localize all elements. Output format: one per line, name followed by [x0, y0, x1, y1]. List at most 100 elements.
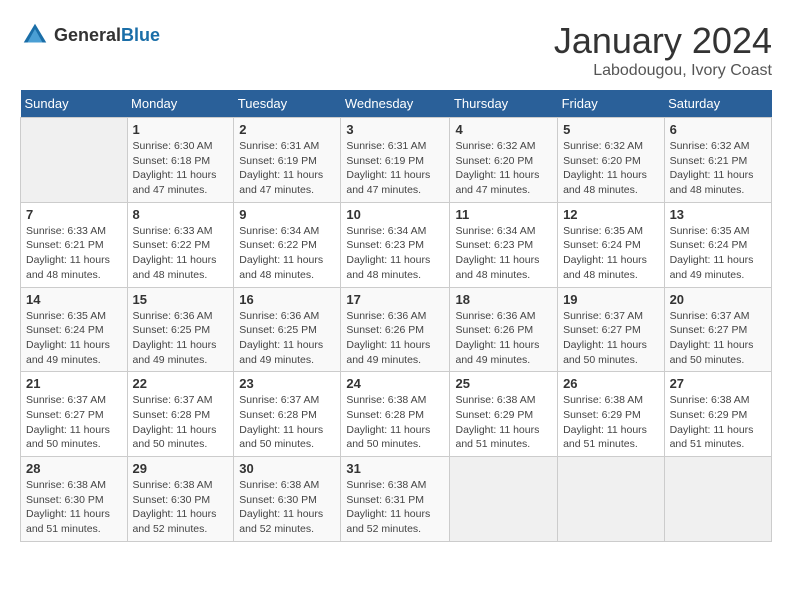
day-number: 5	[563, 122, 659, 137]
calendar-cell: 5Sunrise: 6:32 AMSunset: 6:20 PMDaylight…	[558, 118, 665, 203]
calendar-cell: 12Sunrise: 6:35 AMSunset: 6:24 PMDayligh…	[558, 202, 665, 287]
cell-info: Sunrise: 6:36 AMSunset: 6:26 PMDaylight:…	[455, 309, 552, 368]
day-number: 27	[670, 376, 766, 391]
logo-icon	[20, 20, 50, 50]
calendar-cell: 17 Sunrise: 6:36 AMSunset: 6:26 PMDayligh…	[341, 287, 450, 372]
calendar-cell: 3Sunrise: 6:31 AMSunset: 6:19 PMDaylight…	[341, 118, 450, 203]
calendar-cell: 11Sunrise: 6:34 AMSunset: 6:23 PMDayligh…	[450, 202, 558, 287]
logo-blue: Blue	[121, 25, 160, 45]
day-number: 31	[346, 461, 444, 476]
logo: GeneralBlue	[20, 20, 160, 50]
main-title: January 2024	[554, 20, 772, 62]
day-number: 22	[133, 376, 229, 391]
calendar-cell: 24 Sunrise: 6:38 AMSunset: 6:28 PMDayligh…	[341, 372, 450, 457]
day-number: 16	[239, 292, 335, 307]
cell-info: Sunrise: 6:38 AMSunset: 6:29 PMDaylight:…	[670, 393, 766, 452]
cell-info: Sunrise: 6:30 AMSunset: 6:18 PMDaylight:…	[133, 139, 229, 198]
cell-info: Sunrise: 6:37 AMSunset: 6:27 PMDaylight:…	[563, 309, 659, 368]
calendar-cell: 23 Sunrise: 6:37 AMSunset: 6:28 PMDayligh…	[234, 372, 341, 457]
calendar-cell: 7Sunrise: 6:33 AMSunset: 6:21 PMDaylight…	[21, 202, 128, 287]
cell-info: Sunrise: 6:38 AMSunset: 6:29 PMDaylight:…	[455, 393, 552, 452]
cell-info: Sunrise: 6:34 AMSunset: 6:23 PMDaylight:…	[346, 224, 444, 283]
calendar-table: SundayMondayTuesdayWednesdayThursdayFrid…	[20, 90, 772, 542]
cell-info: Sunrise: 6:38 AMSunset: 6:30 PMDaylight:…	[26, 478, 122, 537]
day-number: 20	[670, 292, 766, 307]
calendar-cell: 30 Sunrise: 6:38 AMSunset: 6:30 PMDayligh…	[234, 457, 341, 542]
calendar-week-5: 28Sunrise: 6:38 AMSunset: 6:30 PMDayligh…	[21, 457, 772, 542]
cell-info: Sunrise: 6:38 AMSunset: 6:29 PMDaylight:…	[563, 393, 659, 452]
day-header-friday: Friday	[558, 90, 665, 118]
calendar-cell: 14Sunrise: 6:35 AMSunset: 6:24 PMDayligh…	[21, 287, 128, 372]
calendar-cell	[558, 457, 665, 542]
day-header-thursday: Thursday	[450, 90, 558, 118]
day-number: 24	[346, 376, 444, 391]
day-number: 30	[239, 461, 335, 476]
cell-info: Sunrise: 6:38 AMSunset: 6:28 PMDaylight:…	[346, 393, 444, 452]
day-header-saturday: Saturday	[664, 90, 771, 118]
day-number: 4	[455, 122, 552, 137]
day-header-sunday: Sunday	[21, 90, 128, 118]
cell-info: Sunrise: 6:37 AMSunset: 6:28 PMDaylight:…	[239, 393, 335, 452]
calendar-cell: 19 Sunrise: 6:37 AMSunset: 6:27 PMDayligh…	[558, 287, 665, 372]
day-number: 14	[26, 292, 122, 307]
calendar-cell	[664, 457, 771, 542]
calendar-cell: 18 Sunrise: 6:36 AMSunset: 6:26 PMDayligh…	[450, 287, 558, 372]
calendar-cell: 9 Sunrise: 6:34 AMSunset: 6:22 PMDaylight…	[234, 202, 341, 287]
day-number: 9	[239, 207, 335, 222]
day-number: 10	[346, 207, 444, 222]
day-number: 15	[133, 292, 229, 307]
cell-info: Sunrise: 6:33 AMSunset: 6:21 PMDaylight:…	[26, 224, 122, 283]
calendar-cell: 4Sunrise: 6:32 AMSunset: 6:20 PMDaylight…	[450, 118, 558, 203]
calendar-cell: 10 Sunrise: 6:34 AMSunset: 6:23 PMDayligh…	[341, 202, 450, 287]
calendar-cell: 26Sunrise: 6:38 AMSunset: 6:29 PMDayligh…	[558, 372, 665, 457]
cell-info: Sunrise: 6:37 AMSunset: 6:27 PMDaylight:…	[670, 309, 766, 368]
day-number: 17	[346, 292, 444, 307]
cell-info: Sunrise: 6:34 AMSunset: 6:22 PMDaylight:…	[239, 224, 335, 283]
cell-info: Sunrise: 6:36 AMSunset: 6:26 PMDaylight:…	[346, 309, 444, 368]
day-number: 18	[455, 292, 552, 307]
day-number: 8	[133, 207, 229, 222]
cell-info: Sunrise: 6:36 AMSunset: 6:25 PMDaylight:…	[133, 309, 229, 368]
calendar-week-2: 7Sunrise: 6:33 AMSunset: 6:21 PMDaylight…	[21, 202, 772, 287]
day-number: 1	[133, 122, 229, 137]
cell-info: Sunrise: 6:37 AMSunset: 6:27 PMDaylight:…	[26, 393, 122, 452]
calendar-cell: 22 Sunrise: 6:37 AMSunset: 6:28 PMDayligh…	[127, 372, 234, 457]
cell-info: Sunrise: 6:32 AMSunset: 6:21 PMDaylight:…	[670, 139, 766, 198]
day-number: 19	[563, 292, 659, 307]
calendar-cell	[21, 118, 128, 203]
subtitle: Labodougou, Ivory Coast	[554, 62, 772, 80]
calendar-cell: 13Sunrise: 6:35 AMSunset: 6:24 PMDayligh…	[664, 202, 771, 287]
day-number: 23	[239, 376, 335, 391]
logo-general: General	[54, 25, 121, 45]
day-number: 11	[455, 207, 552, 222]
day-number: 12	[563, 207, 659, 222]
day-number: 13	[670, 207, 766, 222]
calendar-week-3: 14Sunrise: 6:35 AMSunset: 6:24 PMDayligh…	[21, 287, 772, 372]
cell-info: Sunrise: 6:31 AMSunset: 6:19 PMDaylight:…	[239, 139, 335, 198]
calendar-cell: 1 Sunrise: 6:30 AMSunset: 6:18 PMDaylight…	[127, 118, 234, 203]
day-number: 2	[239, 122, 335, 137]
day-number: 25	[455, 376, 552, 391]
day-header-monday: Monday	[127, 90, 234, 118]
day-number: 6	[670, 122, 766, 137]
day-number: 21	[26, 376, 122, 391]
calendar-cell: 2 Sunrise: 6:31 AMSunset: 6:19 PMDaylight…	[234, 118, 341, 203]
calendar-cell: 16Sunrise: 6:36 AMSunset: 6:25 PMDayligh…	[234, 287, 341, 372]
calendar-cell	[450, 457, 558, 542]
cell-info: Sunrise: 6:38 AMSunset: 6:30 PMDaylight:…	[239, 478, 335, 537]
calendar-week-4: 21 Sunrise: 6:37 AMSunset: 6:27 PMDayligh…	[21, 372, 772, 457]
calendar-cell: 20 Sunrise: 6:37 AMSunset: 6:27 PMDayligh…	[664, 287, 771, 372]
cell-info: Sunrise: 6:37 AMSunset: 6:28 PMDaylight:…	[133, 393, 229, 452]
calendar-body: 1 Sunrise: 6:30 AMSunset: 6:18 PMDaylight…	[21, 118, 772, 542]
calendar-cell: 8 Sunrise: 6:33 AMSunset: 6:22 PMDaylight…	[127, 202, 234, 287]
cell-info: Sunrise: 6:33 AMSunset: 6:22 PMDaylight:…	[133, 224, 229, 283]
page-header: GeneralBlue January 2024 Labodougou, Ivo…	[20, 20, 772, 80]
day-header-tuesday: Tuesday	[234, 90, 341, 118]
calendar-cell: 15 Sunrise: 6:36 AMSunset: 6:25 PMDayligh…	[127, 287, 234, 372]
title-block: January 2024 Labodougou, Ivory Coast	[554, 20, 772, 80]
calendar-cell: 21 Sunrise: 6:37 AMSunset: 6:27 PMDayligh…	[21, 372, 128, 457]
day-number: 29	[133, 461, 229, 476]
cell-info: Sunrise: 6:31 AMSunset: 6:19 PMDaylight:…	[346, 139, 444, 198]
day-headers-row: SundayMondayTuesdayWednesdayThursdayFrid…	[21, 90, 772, 118]
cell-info: Sunrise: 6:38 AMSunset: 6:31 PMDaylight:…	[346, 478, 444, 537]
